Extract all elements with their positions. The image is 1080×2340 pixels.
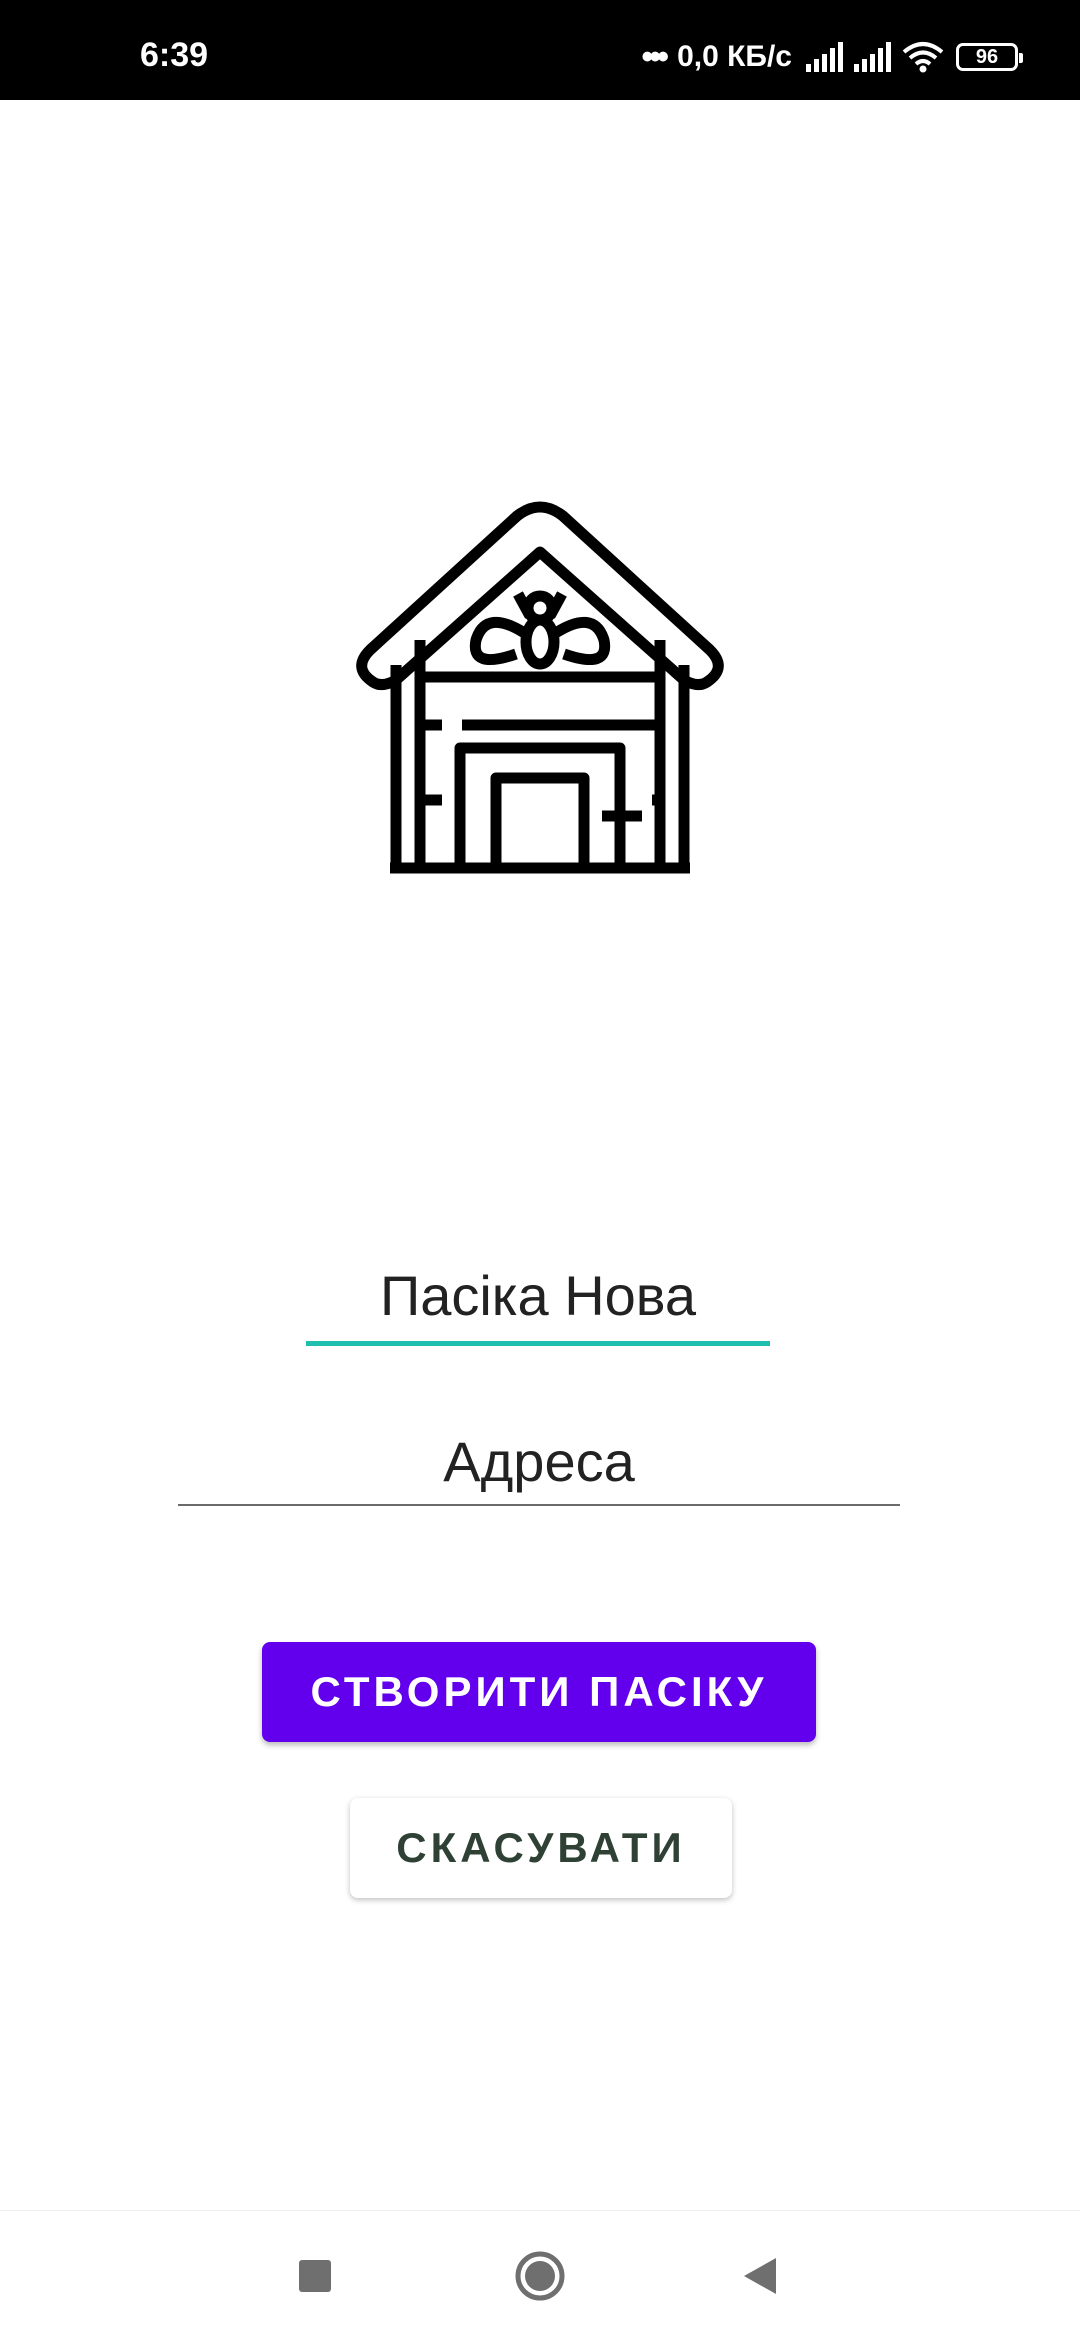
status-network-speed: 0,0 КБ/с: [677, 40, 792, 73]
app-screen: 6:39 ••• 0,0 КБ/с 96 Пасіка Нова Адреса …: [0, 0, 1080, 2340]
apiary-name-input[interactable]: Пасіка Нова: [306, 1262, 770, 1346]
navigation-bar: [0, 2210, 1080, 2340]
home-icon[interactable]: [505, 2241, 575, 2311]
status-notification-dots: •••: [641, 38, 669, 76]
beehive-icon: [352, 500, 728, 880]
back-icon[interactable]: [725, 2241, 795, 2311]
address-input[interactable]: Адреса: [178, 1428, 900, 1506]
battery-icon: 96: [956, 43, 1023, 71]
status-indicators: ••• 0,0 КБ/с 96: [641, 38, 1023, 76]
wifi-icon: [902, 41, 944, 73]
cancel-button[interactable]: СКАСУВАТИ: [350, 1798, 732, 1898]
status-time: 6:39: [140, 36, 209, 74]
create-apiary-button[interactable]: СТВОРИТИ ПАСІКУ: [262, 1642, 816, 1742]
recents-icon[interactable]: [280, 2241, 350, 2311]
signal-icon: [806, 42, 846, 72]
signal-icon-2: [854, 42, 894, 72]
status-bar: 6:39 ••• 0,0 КБ/с 96: [0, 0, 1080, 100]
battery-level: 96: [975, 46, 999, 68]
